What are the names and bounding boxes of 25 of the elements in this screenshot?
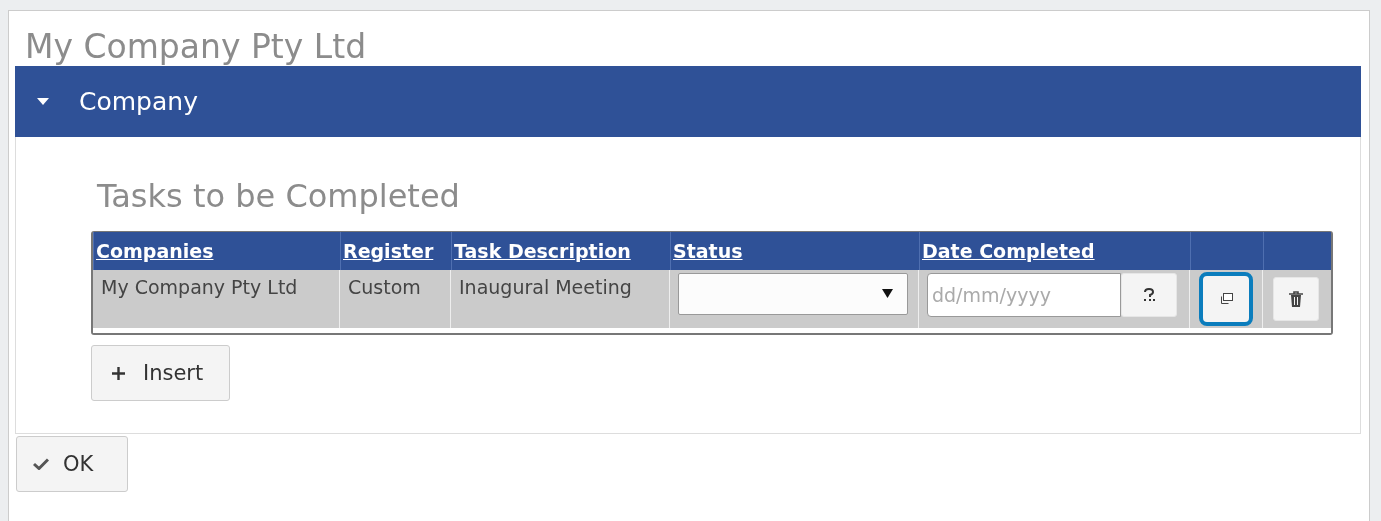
trash-icon — [1289, 291, 1303, 307]
status-dropdown[interactable] — [678, 273, 908, 315]
date-field[interactable]: dd/mm/yyyy — [927, 273, 1121, 317]
windows-icon — [1219, 293, 1233, 305]
question-icon — [1143, 288, 1155, 302]
checkmark-icon — [33, 458, 49, 470]
page-title: My Company Pty Ltd — [24, 26, 367, 67]
column-header[interactable]: Status — [673, 240, 743, 262]
caret-down-icon — [882, 289, 893, 298]
ok-button[interactable]: OK — [16, 436, 128, 492]
plus-icon — [112, 366, 125, 380]
table-cell: My Company Pty Ltd — [93, 270, 340, 328]
delete-button[interactable] — [1273, 277, 1319, 321]
column-header[interactable]: Companies — [96, 240, 214, 262]
column-header[interactable]: Register — [343, 240, 434, 262]
section-title: Tasks to be Completed — [97, 177, 460, 215]
panel-title: Company — [79, 87, 198, 116]
panel-header[interactable]: Company — [15, 66, 1361, 137]
table-cell: Custom — [340, 270, 451, 328]
column-header[interactable]: Date Completed — [922, 240, 1095, 262]
column-header[interactable]: Task Description — [454, 240, 631, 262]
table-cell: Inaugural Meeting — [451, 270, 670, 328]
calendar-button[interactable] — [1121, 273, 1177, 317]
copy-button[interactable] — [1199, 272, 1253, 326]
insert-button[interactable]: Insert — [91, 345, 230, 401]
